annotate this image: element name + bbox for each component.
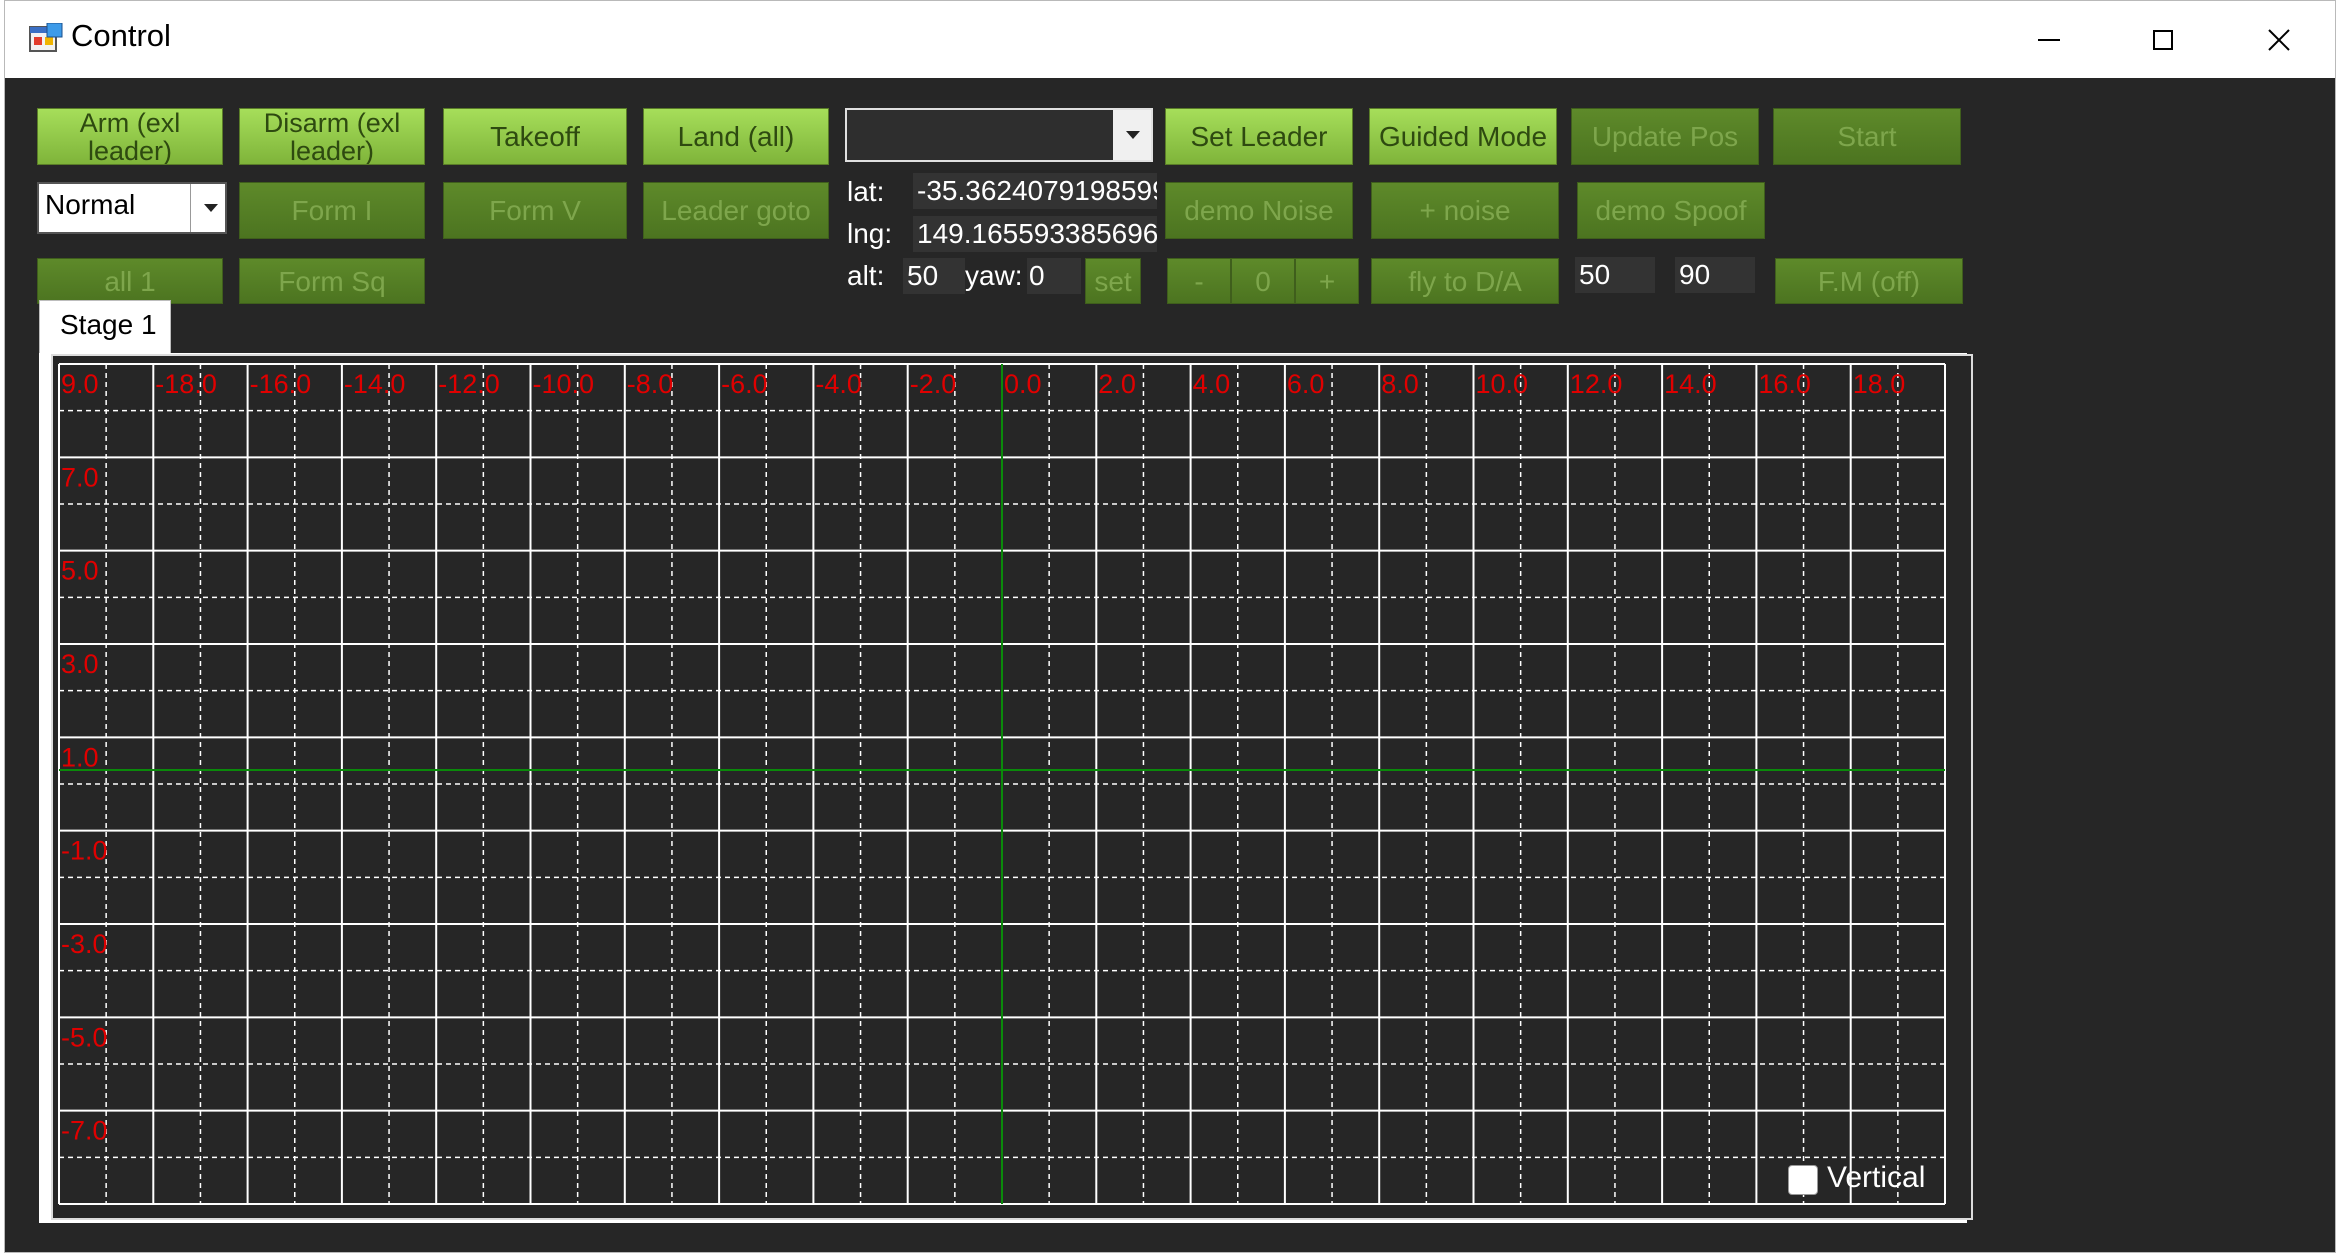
x-tick-label: -14.0 — [344, 369, 406, 399]
takeoff-button[interactable]: Takeoff — [443, 108, 627, 165]
yaw-field[interactable]: 0 — [1027, 258, 1081, 294]
x-tick-label: -16.0 — [250, 369, 312, 399]
app-icon — [29, 23, 63, 52]
value-field-50[interactable]: 50 — [1575, 257, 1655, 293]
maximize-button[interactable] — [2109, 1, 2216, 78]
plus-noise-button[interactable]: + noise — [1371, 182, 1559, 239]
x-tick-label: -6.0 — [721, 369, 768, 399]
x-tick-label: -10.0 — [533, 369, 595, 399]
tab-stage-1[interactable]: Stage 1 — [39, 300, 171, 354]
mode-select-value: Normal — [45, 189, 136, 220]
y-tick-label: 3.0 — [61, 649, 99, 679]
leader-goto-button[interactable]: Leader goto — [643, 182, 829, 239]
x-tick-label: 16.0 — [1758, 369, 1811, 399]
value-field-90[interactable]: 90 — [1675, 257, 1755, 293]
vertical-checkbox-label: Vertical — [1827, 1161, 1926, 1194]
minimize-icon — [2037, 38, 2060, 41]
x-tick-label: 12.0 — [1570, 369, 1623, 399]
fly-to-da-button[interactable]: fly to D/A — [1371, 258, 1559, 304]
drone-select[interactable] — [845, 108, 1153, 162]
minimize-button[interactable] — [1995, 1, 2102, 78]
lat-field[interactable]: -35.3624079198599 — [913, 173, 1157, 209]
x-tick-label: -8.0 — [627, 369, 674, 399]
y-tick-label: 5.0 — [61, 556, 99, 586]
set-button[interactable]: set — [1085, 258, 1141, 304]
form-sq-button[interactable]: Form Sq — [239, 258, 425, 304]
x-tick-label: -12.0 — [438, 369, 500, 399]
x-tick-label: 18.0 — [1853, 369, 1906, 399]
fm-off-button[interactable]: F.M (off) — [1775, 258, 1963, 304]
y-tick-label: 1.0 — [61, 742, 99, 772]
land-all-button[interactable]: Land (all) — [643, 108, 829, 165]
x-tick-label: 10.0 — [1476, 369, 1529, 399]
alt-label: alt: — [847, 260, 885, 291]
demo-spoof-button[interactable]: demo Spoof — [1577, 182, 1765, 239]
x-tick-label: 9.0 — [61, 369, 99, 399]
x-tick-label: 0.0 — [1004, 369, 1042, 399]
guided-mode-button[interactable]: Guided Mode — [1369, 108, 1557, 165]
vertical-checkbox[interactable] — [1788, 1165, 1818, 1195]
yaw-label: yaw: — [965, 260, 1023, 291]
x-tick-label: 2.0 — [1098, 369, 1136, 399]
close-icon — [2267, 28, 2290, 51]
mode-select[interactable]: Normal — [37, 182, 227, 234]
x-tick-label: 6.0 — [1287, 369, 1325, 399]
form-i-button[interactable]: Form I — [239, 182, 425, 239]
x-tick-label: 8.0 — [1381, 369, 1419, 399]
y-tick-label: -5.0 — [61, 1022, 108, 1052]
y-tick-label: -1.0 — [61, 836, 108, 866]
start-button[interactable]: Start — [1773, 108, 1961, 165]
plus-button[interactable]: + — [1295, 258, 1359, 304]
x-tick-label: -18.0 — [155, 369, 217, 399]
x-tick-label: -2.0 — [910, 369, 957, 399]
x-tick-label: -4.0 — [815, 369, 862, 399]
minus-button[interactable]: - — [1167, 258, 1231, 304]
position-grid[interactable]: 9.0 -18.0 -16.0 -14.0 -12.0 -10.0 -8.0 -6.0 -4.0… — [51, 354, 1973, 1220]
all-1-button[interactable]: all 1 — [37, 258, 223, 304]
lng-field[interactable]: 149.165593385696 — [913, 216, 1157, 252]
grid-canvas: 9.0 -18.0 -16.0 -14.0 -12.0 -10.0 -8.0 -6.0 -4.0… — [58, 363, 1946, 1205]
y-tick-label: 7.0 — [61, 462, 99, 492]
zero-button[interactable]: 0 — [1231, 258, 1295, 304]
title-bar: Control — [5, 1, 2335, 78]
close-button[interactable] — [2225, 1, 2332, 78]
update-pos-button[interactable]: Update Pos — [1571, 108, 1759, 165]
disarm-button[interactable]: Disarm (exl leader) — [239, 108, 425, 165]
window-title: Control — [71, 18, 171, 53]
chevron-down-icon[interactable] — [190, 184, 225, 232]
x-tick-label: 14.0 — [1664, 369, 1717, 399]
set-leader-button[interactable]: Set Leader — [1165, 108, 1353, 165]
maximize-icon — [2152, 29, 2173, 50]
demo-noise-button[interactable]: demo Noise — [1165, 182, 1353, 239]
y-tick-label: -7.0 — [61, 1116, 108, 1146]
arm-button[interactable]: Arm (exl leader) — [37, 108, 223, 165]
alt-field[interactable]: 50 — [903, 258, 965, 294]
lng-label: lng: — [847, 218, 893, 249]
chevron-down-icon[interactable] — [1113, 110, 1151, 160]
lat-label: lat: — [847, 176, 885, 207]
form-v-button[interactable]: Form V — [443, 182, 627, 239]
x-tick-label: 4.0 — [1193, 369, 1231, 399]
y-tick-label: -3.0 — [61, 929, 108, 959]
control-window: Control Arm (exl leader) Disarm (exl lea… — [4, 0, 2336, 1253]
